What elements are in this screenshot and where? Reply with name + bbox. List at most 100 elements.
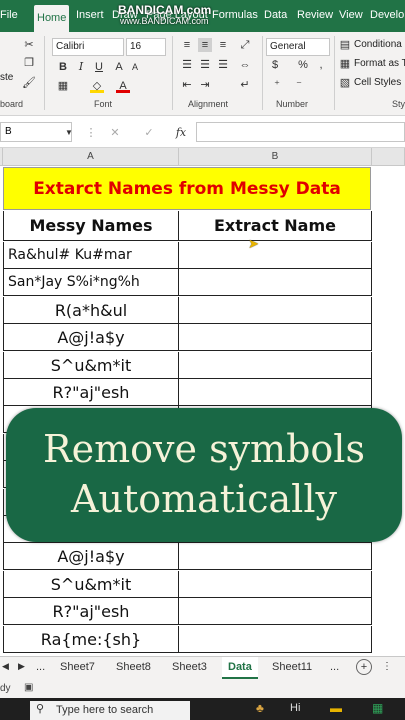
more-sheets-right[interactable]: ... — [330, 661, 339, 673]
scroll-tabs-right-icon[interactable]: ▶ — [18, 661, 25, 672]
tab-view[interactable]: View — [339, 9, 363, 21]
bold-icon[interactable]: B — [56, 60, 70, 74]
decrease-font-icon[interactable]: A — [128, 60, 142, 74]
more-sheets-left[interactable]: ... — [36, 661, 45, 673]
copy-icon[interactable]: ❐ — [22, 56, 36, 70]
increase-decimal-icon[interactable]: ⁺ — [270, 78, 284, 92]
orientation-icon[interactable]: ⤢ — [238, 38, 252, 52]
formula-input[interactable] — [196, 122, 405, 142]
cut-icon[interactable]: ✂ — [22, 38, 36, 52]
format-painter-icon[interactable]: 🖌 — [22, 76, 36, 90]
cell-extract-name[interactable] — [179, 571, 372, 598]
decrease-indent-icon[interactable]: ⇤ — [180, 78, 194, 92]
sheet-tab-sheet7[interactable]: Sheet7 — [60, 661, 95, 673]
mouse-cursor-icon: ➤ — [248, 236, 259, 251]
cell-extract-name[interactable] — [179, 297, 372, 324]
conditional-formatting-button[interactable]: Conditiona — [354, 39, 402, 50]
cell-extract-name[interactable] — [179, 543, 372, 570]
cell-extract-name[interactable] — [179, 269, 372, 296]
cell-messy-name[interactable]: A@j!a$y — [3, 324, 179, 351]
cell-messy-name[interactable]: R?"aj"esh — [3, 598, 179, 625]
tab-formulas[interactable]: Formulas — [212, 9, 258, 21]
font-name-select[interactable]: Calibri — [52, 38, 124, 56]
cancel-icon[interactable]: ✕ — [108, 126, 122, 140]
cell-messy-name[interactable]: S^u&m*it — [3, 571, 179, 598]
watermark-url: www.BANDICAM.com — [120, 16, 209, 26]
column-header-a[interactable]: A — [3, 148, 179, 166]
accessibility-icon[interactable]: ▣ — [24, 682, 33, 693]
sheet-tab-sheet8[interactable]: Sheet8 — [116, 661, 151, 673]
merge-icon[interactable]: ⇔ — [238, 58, 252, 72]
column-header-b[interactable]: B — [179, 148, 372, 166]
column-header-c[interactable] — [372, 148, 405, 166]
enter-icon[interactable]: ✓ — [142, 126, 156, 140]
comma-icon[interactable]: , — [314, 58, 328, 72]
align-center-icon[interactable]: ☰ — [198, 58, 212, 72]
cell-extract-name[interactable] — [179, 352, 372, 379]
cell-messy-name[interactable]: Ra&hul# Ku#mar — [3, 242, 179, 269]
cell-messy-name[interactable]: San*Jay S%i*ng%h — [3, 269, 179, 296]
align-middle-icon[interactable]: ≡ — [198, 38, 212, 52]
header-extract-name[interactable]: Extract Name — [179, 211, 372, 241]
cell-extract-name[interactable] — [179, 379, 372, 406]
taskbar-app-icon[interactable]: ♣ — [256, 701, 264, 715]
taskbar-search[interactable]: Type here to search — [30, 701, 190, 720]
tab-data[interactable]: Data — [264, 9, 287, 21]
tab-insert[interactable]: Insert — [76, 9, 104, 21]
paste-label[interactable]: ste — [0, 72, 13, 83]
add-sheet-button[interactable]: + — [356, 659, 372, 675]
format-as-table-icon[interactable]: ▦ — [338, 57, 352, 71]
tab-developer[interactable]: Develop — [370, 9, 405, 21]
font-size-select[interactable]: 16 — [126, 38, 166, 56]
cell-styles-icon[interactable]: ▧ — [338, 76, 352, 90]
conditional-formatting-icon[interactable]: ▤ — [338, 38, 352, 52]
cell-extract-name[interactable] — [179, 598, 372, 625]
watermark-text: BANDICAM.com — [118, 3, 212, 17]
number-format-select[interactable]: General — [266, 38, 330, 56]
borders-icon[interactable]: ▦ — [56, 79, 70, 93]
sheet-tab-sheet11[interactable]: Sheet11 — [272, 661, 312, 673]
wrap-text-icon[interactable]: ↵ — [238, 78, 252, 92]
cell-extract-name[interactable] — [179, 242, 372, 269]
percent-icon[interactable]: % — [296, 58, 310, 72]
underline-icon[interactable]: U — [92, 60, 106, 74]
cell-extract-name[interactable] — [179, 626, 372, 653]
cell-styles-button[interactable]: Cell Styles — [354, 77, 401, 88]
formula-bar: B ▼ ⋮ ✕ ✓ fx — [0, 116, 405, 148]
excel-app-icon[interactable]: ▦ — [372, 701, 383, 715]
tab-file[interactable]: File — [0, 9, 18, 21]
sheet-tab-data[interactable]: Data — [222, 657, 258, 679]
chevron-down-icon[interactable]: ▼ — [62, 126, 76, 140]
cell-messy-name[interactable]: R?"aj"esh — [3, 379, 179, 406]
format-as-table-button[interactable]: Format as T — [354, 58, 405, 69]
tab-home[interactable]: Home — [34, 5, 70, 32]
group-number: Number — [276, 99, 309, 109]
sheet-title[interactable]: Extarct Names from Messy Data — [3, 167, 371, 210]
italic-icon[interactable]: I — [74, 60, 88, 74]
align-bottom-icon[interactable]: ≡ — [216, 38, 230, 52]
cell-messy-name[interactable]: R(a*h&ul — [3, 297, 179, 324]
scroll-tabs-left-icon[interactable]: ◀ — [2, 661, 9, 672]
insert-function-icon[interactable]: fx — [172, 126, 190, 140]
status-bar: dy ▣ — [0, 680, 405, 698]
cell-extract-name[interactable] — [179, 324, 372, 351]
cell-messy-name[interactable]: S^u&m*it — [3, 352, 179, 379]
align-top-icon[interactable]: ≡ — [180, 38, 194, 52]
sheet-options-icon[interactable]: ⋮ — [382, 661, 392, 672]
taskbar-tray-text: Hi — [290, 702, 301, 714]
font-color-icon[interactable]: A — [116, 79, 130, 93]
cell-messy-name[interactable]: A@j!a$y — [3, 543, 179, 570]
header-messy-names[interactable]: Messy Names — [3, 211, 179, 241]
decrease-decimal-icon[interactable]: ⁻ — [292, 78, 306, 92]
group-divider — [262, 36, 263, 110]
align-right-icon[interactable]: ☰ — [216, 58, 230, 72]
currency-icon[interactable]: $ — [268, 58, 282, 72]
increase-indent-icon[interactable]: ⇥ — [198, 78, 212, 92]
file-explorer-icon[interactable]: ▬ — [330, 701, 342, 715]
sheet-tab-sheet3[interactable]: Sheet3 — [172, 661, 207, 673]
increase-font-icon[interactable]: A — [112, 60, 126, 74]
tab-review[interactable]: Review — [297, 9, 333, 21]
fill-color-icon[interactable]: ◇ — [90, 79, 104, 93]
align-left-icon[interactable]: ☰ — [180, 58, 194, 72]
cell-messy-name[interactable]: Ra{me:{sh} — [3, 626, 179, 653]
